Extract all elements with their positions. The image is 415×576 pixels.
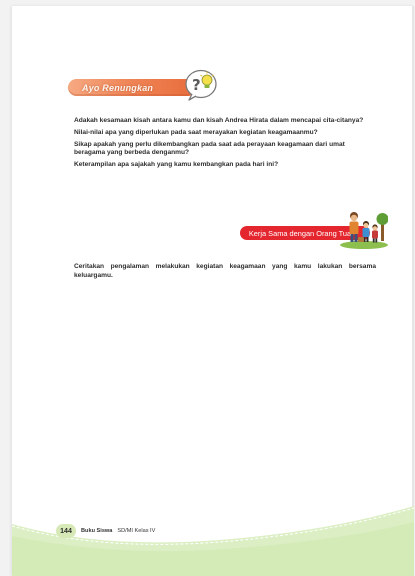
book-page: Ayo Renungkan ? Adakah kesamaan kisah an…: [12, 6, 414, 576]
family-section-header: Kerja Sama dengan Orang Tua: [240, 207, 388, 249]
reflect-section-title: Ayo Renungkan: [68, 79, 196, 96]
family-task-text: Ceritakan pengalaman melakukan kegiatan …: [74, 263, 376, 279]
page-number: 144: [56, 524, 76, 538]
question-item: Adakah kesamaan kisah antara kamu dan ki…: [74, 117, 364, 124]
reflect-section-header: Ayo Renungkan ?: [68, 68, 228, 106]
reflection-questions: Adakah kesamaan kisah antara kamu dan ki…: [74, 117, 376, 173]
page-edge: [412, 6, 414, 576]
question-idea-bubble-icon: ?: [185, 69, 217, 101]
svg-text:?: ?: [192, 76, 201, 94]
page-footer: 144 Buku Siswa SD/MI Kelas IV: [56, 524, 155, 538]
question-item: Nilai-nilai apa yang diperlukan pada saa…: [74, 128, 318, 136]
question-item: Keterampilan apa sajakah yang kamu kemba…: [74, 160, 279, 168]
family-illustration-icon: [340, 212, 388, 249]
book-title: Buku Siswa: [81, 528, 113, 534]
question-item: Sikap apakah yang perlu dikembangkan pad…: [74, 140, 345, 157]
book-subtitle: SD/MI Kelas IV: [117, 528, 156, 534]
